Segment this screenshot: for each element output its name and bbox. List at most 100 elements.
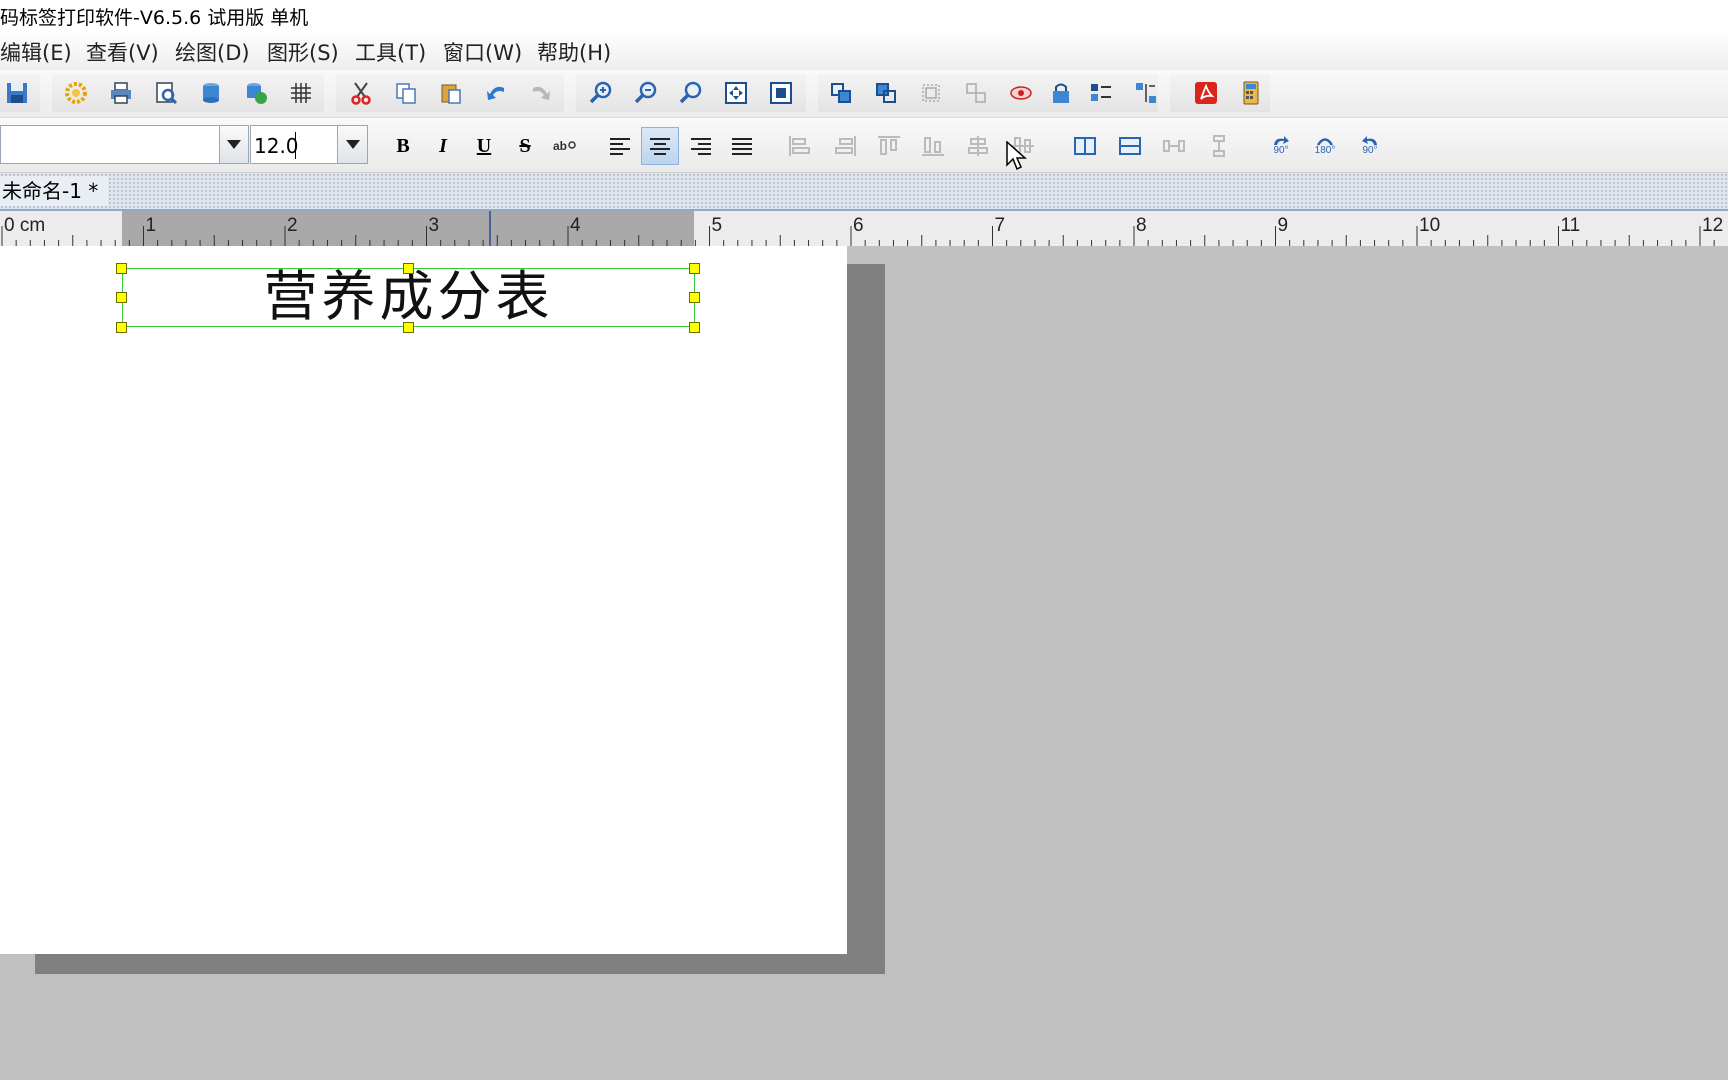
resize-handle-left[interactable] bbox=[116, 292, 127, 303]
undo-icon[interactable] bbox=[479, 76, 513, 110]
ruler-label: 4 bbox=[570, 215, 581, 236]
print-preview-icon[interactable] bbox=[149, 76, 183, 110]
ruler-scale: 0 cm 1 2 3 4 5 6 7 8 9 10 11 12 bbox=[1, 211, 1723, 246]
menu-help[interactable]: 帮助(H) bbox=[537, 37, 611, 67]
font-size-dropdown-button[interactable] bbox=[337, 125, 368, 164]
underline-button[interactable]: U bbox=[465, 127, 503, 165]
align-obj-left-button[interactable] bbox=[781, 127, 819, 165]
align-obj-bottom-icon bbox=[922, 137, 944, 156]
ruler-label: 1 bbox=[146, 215, 157, 236]
main-toolbar bbox=[0, 70, 1728, 118]
same-height-button[interactable] bbox=[1111, 127, 1149, 165]
h-spacing-button[interactable] bbox=[1155, 127, 1193, 165]
zoom-actual-icon[interactable] bbox=[674, 76, 708, 110]
lock-icon[interactable] bbox=[1044, 76, 1078, 110]
align-obj-top-icon bbox=[878, 136, 900, 155]
menu-draw[interactable]: 绘图(D) bbox=[175, 37, 250, 67]
resize-handle-right[interactable] bbox=[689, 292, 700, 303]
italic-button[interactable]: I bbox=[424, 127, 462, 165]
cut-icon[interactable] bbox=[344, 76, 378, 110]
document-tab-bar: 未命名-1 * bbox=[0, 173, 1728, 211]
paste-icon[interactable] bbox=[434, 76, 468, 110]
resize-handle-top-left[interactable] bbox=[116, 263, 127, 274]
justify-button[interactable] bbox=[723, 127, 761, 165]
menu-bar: 编辑(E) 查看(V) 绘图(D) 图形(S) 工具(T) 窗口(W) 帮助(H… bbox=[0, 30, 1728, 71]
font-size-combo[interactable]: 12.0 bbox=[250, 125, 339, 164]
settings-gear-icon[interactable] bbox=[59, 76, 93, 110]
rotate-180-button[interactable]: 180° bbox=[1306, 127, 1344, 165]
database-connect-icon[interactable] bbox=[239, 76, 273, 110]
title-bar: 码标签打印软件-V6.5.6 试用版 单机 bbox=[0, 0, 1728, 30]
strikethrough-button[interactable]: S bbox=[506, 127, 544, 165]
menu-edit[interactable]: 编辑(E) bbox=[0, 37, 72, 67]
menu-window[interactable]: 窗口(W) bbox=[443, 37, 522, 67]
print-icon[interactable] bbox=[104, 76, 138, 110]
document-tab[interactable]: 未命名-1 * bbox=[0, 176, 109, 206]
ruler-label: 9 bbox=[1278, 215, 1289, 236]
fit-page-icon[interactable] bbox=[719, 76, 753, 110]
ruler-label: 0 cm bbox=[4, 215, 45, 236]
ruler-label: 5 bbox=[712, 215, 723, 236]
char-spacing-button[interactable]: ab bbox=[546, 127, 584, 165]
font-name-combo[interactable] bbox=[0, 125, 221, 164]
ruler-label: 10 bbox=[1419, 215, 1440, 236]
zoom-in-icon[interactable] bbox=[584, 76, 618, 110]
format-toolbar: 12.0 B I U S ab 90° 180° 90° bbox=[0, 118, 1728, 173]
zoom-out-icon[interactable] bbox=[629, 76, 663, 110]
align-right-icon bbox=[691, 138, 711, 155]
view-icon[interactable] bbox=[1004, 76, 1038, 110]
ruler-label: 6 bbox=[853, 215, 864, 236]
bring-front-icon[interactable] bbox=[824, 76, 858, 110]
resize-handle-top-right[interactable] bbox=[689, 263, 700, 274]
align-center-icon bbox=[650, 138, 670, 155]
align-obj-top-button[interactable] bbox=[870, 127, 908, 165]
same-width-button[interactable] bbox=[1066, 127, 1104, 165]
horizontal-ruler[interactable]: 0 cm 1 2 3 4 5 6 7 8 9 10 11 12 bbox=[0, 211, 1728, 247]
menu-view[interactable]: 查看(V) bbox=[86, 37, 159, 67]
resize-handle-top[interactable] bbox=[403, 263, 414, 274]
calculator-icon[interactable] bbox=[1234, 76, 1268, 110]
align-right-button[interactable] bbox=[682, 127, 720, 165]
save-icon[interactable] bbox=[0, 76, 34, 110]
pdf-icon[interactable] bbox=[1189, 76, 1223, 110]
v-spacing-icon bbox=[1213, 135, 1225, 157]
align-obj-hcenter-button[interactable] bbox=[959, 127, 997, 165]
group-icon[interactable] bbox=[914, 76, 948, 110]
v-spacing-button[interactable] bbox=[1200, 127, 1238, 165]
menu-shape[interactable]: 图形(S) bbox=[267, 37, 339, 67]
chevron-down-icon bbox=[227, 140, 241, 149]
align-obj-right-button[interactable] bbox=[826, 127, 864, 165]
redo-icon[interactable] bbox=[524, 76, 558, 110]
align-obj-bottom-button[interactable] bbox=[914, 127, 952, 165]
resize-handle-bottom[interactable] bbox=[403, 322, 414, 333]
align-obj-right-icon bbox=[835, 136, 856, 156]
align-left-button[interactable] bbox=[601, 127, 639, 165]
ruler-label: 8 bbox=[1136, 215, 1147, 236]
align-obj-hcenter-icon bbox=[968, 136, 988, 156]
copy-icon[interactable] bbox=[389, 76, 423, 110]
align-left-icon bbox=[610, 138, 630, 155]
fit-width-icon[interactable] bbox=[764, 76, 798, 110]
ruler-label: 7 bbox=[995, 215, 1006, 236]
label-page[interactable] bbox=[0, 246, 847, 954]
align-center-button[interactable] bbox=[641, 127, 679, 165]
rotate-right-90-button[interactable]: 90° bbox=[1351, 127, 1389, 165]
resize-handle-bottom-left[interactable] bbox=[116, 322, 127, 333]
send-back-icon[interactable] bbox=[869, 76, 903, 110]
resize-handle-bottom-right[interactable] bbox=[689, 322, 700, 333]
database-icon[interactable] bbox=[194, 76, 228, 110]
ruler-label: 11 bbox=[1561, 215, 1581, 236]
h-spacing-icon bbox=[1163, 140, 1185, 152]
grid-icon[interactable] bbox=[284, 76, 318, 110]
font-name-dropdown-button[interactable] bbox=[219, 125, 249, 164]
menu-tools[interactable]: 工具(T) bbox=[355, 37, 426, 67]
chevron-down-icon bbox=[345, 140, 360, 149]
font-size-value: 12.0 bbox=[254, 134, 299, 158]
bold-button[interactable]: B bbox=[384, 127, 422, 165]
rotate-left-90-button[interactable]: 90° bbox=[1262, 127, 1300, 165]
ungroup-icon[interactable] bbox=[959, 76, 993, 110]
distribute-icon[interactable] bbox=[1129, 76, 1163, 110]
align-objects-icon[interactable] bbox=[1084, 76, 1118, 110]
ruler-label: 12 bbox=[1702, 215, 1723, 236]
window-title: 码标签打印软件-V6.5.6 试用版 单机 bbox=[0, 7, 309, 29]
